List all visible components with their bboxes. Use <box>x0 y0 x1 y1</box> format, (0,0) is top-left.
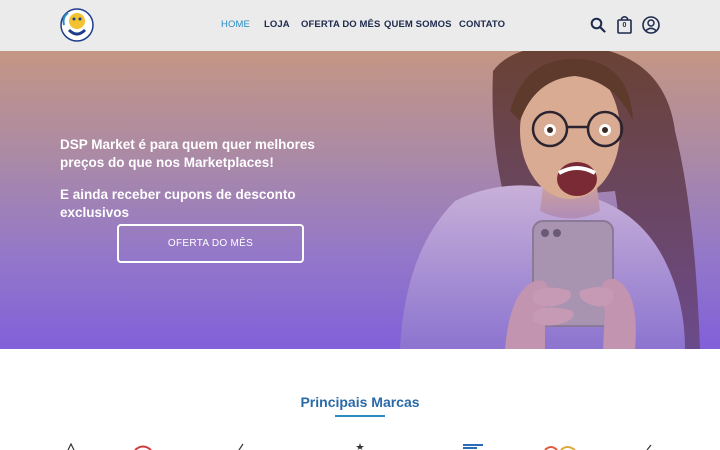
cart-count-badge: 0 <box>622 22 627 29</box>
oferta-do-mes-button[interactable]: OFERTA DO MÊS <box>117 224 304 263</box>
nav-home[interactable]: HOME <box>221 19 250 30</box>
brand-logo-2[interactable] <box>133 443 153 450</box>
nav-quem-somos[interactable]: QUEM SOMOS <box>384 19 452 30</box>
user-account-icon[interactable] <box>642 16 660 34</box>
brand-logo-1[interactable] <box>66 443 76 450</box>
surprised-woman-phone-image <box>400 51 700 349</box>
title-underline <box>335 415 385 417</box>
cart-button[interactable]: 0 <box>617 15 632 34</box>
main-nav: HOME LOJA OFERTA DO MÊS QUEM SOMOS CONTA… <box>0 19 720 33</box>
brands-section-title: Principais Marcas <box>300 394 420 410</box>
hero-subheadline: E ainda receber cupons de desconto exclu… <box>60 187 296 220</box>
brand-logo-4[interactable] <box>355 443 365 450</box>
brand-logo-7[interactable] <box>645 443 653 450</box>
site-header: HOME LOJA OFERTA DO MÊS QUEM SOMOS CONTA… <box>0 0 720 51</box>
brand-logo-3[interactable] <box>237 443 245 450</box>
hero-headline: DSP Market é para quem quer melhores pre… <box>60 137 315 170</box>
nav-oferta-do-mes[interactable]: OFERTA DO MÊS <box>301 19 380 30</box>
nav-contato[interactable]: CONTATO <box>459 19 505 30</box>
hero-banner: DSP Market é para quem quer melhores pre… <box>0 51 720 349</box>
search-icon[interactable] <box>590 17 606 33</box>
brand-logo-5[interactable] <box>461 443 485 450</box>
brand-logo-6[interactable] <box>543 443 577 450</box>
nav-loja[interactable]: LOJA <box>264 19 290 30</box>
